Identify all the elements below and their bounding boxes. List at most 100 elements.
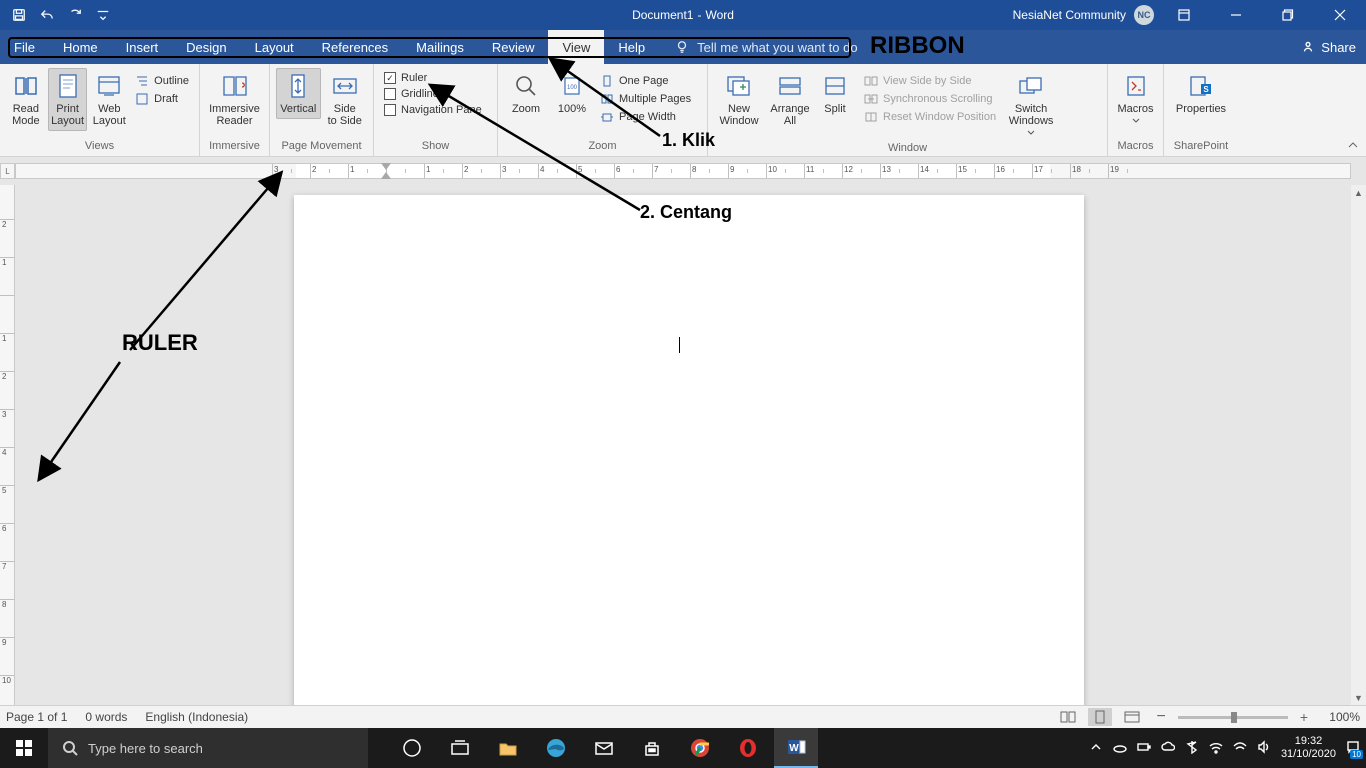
macros-button[interactable]: Macros: [1114, 68, 1157, 128]
save-button[interactable]: [8, 4, 30, 26]
view-side-by-side-button[interactable]: View Side by Side: [864, 74, 996, 88]
tab-file[interactable]: File: [0, 30, 49, 64]
group-show-label: Show: [374, 138, 497, 156]
ribbon-display-options-button[interactable]: [1162, 0, 1206, 30]
tab-design[interactable]: Design: [172, 30, 240, 64]
reset-position-icon: [864, 110, 878, 124]
reset-window-position-label: Reset Window Position: [883, 111, 996, 123]
user-avatar[interactable]: NC: [1134, 5, 1154, 25]
ruler-corner[interactable]: L: [0, 163, 15, 179]
qat-customize-button[interactable]: [92, 4, 114, 26]
reset-window-position-button[interactable]: Reset Window Position: [864, 110, 996, 124]
tab-references[interactable]: References: [308, 30, 402, 64]
maximize-button[interactable]: [1266, 0, 1310, 30]
zoom-100-button[interactable]: 100 100%: [550, 68, 594, 119]
status-language[interactable]: English (Indonesia): [145, 710, 248, 724]
tray-network-icon[interactable]: [1209, 740, 1223, 757]
tab-view[interactable]: View: [548, 30, 604, 64]
zoom-button[interactable]: Zoom: [504, 68, 548, 119]
tray-battery-icon[interactable]: [1137, 740, 1151, 757]
one-page-icon: [600, 74, 614, 88]
ruler-checkbox[interactable]: ✓ Ruler: [384, 72, 482, 84]
mail-button[interactable]: [582, 728, 626, 768]
synchronous-scrolling-button[interactable]: Synchronous Scrolling: [864, 92, 996, 106]
synchronous-scrolling-label: Synchronous Scrolling: [883, 93, 992, 105]
opera-button[interactable]: [726, 728, 770, 768]
action-center-button[interactable]: [1346, 740, 1360, 757]
read-mode-button[interactable]: Read Mode: [6, 68, 46, 131]
title-bar: Document1 - Word NesiaNet Community NC: [0, 0, 1366, 30]
immersive-reader-button[interactable]: Immersive Reader: [206, 68, 263, 131]
cortana-button[interactable]: [390, 728, 434, 768]
status-page[interactable]: Page 1 of 1: [6, 710, 67, 724]
tray-bluetooth-icon[interactable]: [1185, 740, 1199, 757]
start-button[interactable]: [0, 728, 48, 768]
tab-layout[interactable]: Layout: [241, 30, 308, 64]
tab-mailings[interactable]: Mailings: [402, 30, 478, 64]
new-window-button[interactable]: New Window: [714, 68, 764, 131]
word-app-button[interactable]: W: [774, 728, 818, 768]
properties-button[interactable]: S Properties: [1171, 68, 1231, 119]
edge-browser-button[interactable]: [534, 728, 578, 768]
zoom-slider[interactable]: [1178, 716, 1288, 719]
draft-button[interactable]: Draft: [135, 92, 189, 106]
text-cursor: [679, 337, 680, 353]
task-view-button[interactable]: [438, 728, 482, 768]
properties-icon: S: [1186, 72, 1216, 100]
minimize-button[interactable]: [1214, 0, 1258, 30]
undo-button[interactable]: [36, 4, 58, 26]
multiple-pages-icon: [600, 92, 614, 106]
tray-volume-icon[interactable]: [1257, 740, 1271, 757]
status-words[interactable]: 0 words: [85, 710, 127, 724]
split-icon: [820, 72, 850, 100]
side-to-side-button[interactable]: Side to Side: [323, 68, 368, 131]
tray-clock[interactable]: 19:32 31/10/2020: [1281, 735, 1336, 760]
outline-button[interactable]: Outline: [135, 74, 189, 88]
file-explorer-button[interactable]: [486, 728, 530, 768]
one-page-button[interactable]: One Page: [600, 74, 691, 88]
tab-help[interactable]: Help: [604, 30, 659, 64]
store-button[interactable]: [630, 728, 674, 768]
document-page[interactable]: [294, 195, 1084, 705]
tray-cloud-icon[interactable]: [1161, 740, 1175, 757]
close-button[interactable]: [1318, 0, 1362, 30]
vertical-scrollbar[interactable]: ▲ ▼: [1351, 185, 1366, 705]
split-button[interactable]: Split: [816, 68, 854, 119]
print-layout-view-button[interactable]: [1088, 708, 1112, 726]
tray-wifi-icon[interactable]: [1233, 740, 1247, 757]
chevron-down-icon: [1132, 118, 1140, 124]
tell-me-search[interactable]: Tell me what you want to do: [659, 30, 857, 64]
scroll-down-button[interactable]: ▼: [1351, 690, 1366, 705]
tray-onedrive-icon[interactable]: [1113, 740, 1127, 757]
gridlines-checkbox[interactable]: Gridlines: [384, 88, 482, 100]
chrome-button[interactable]: [678, 728, 722, 768]
share-button[interactable]: Share: [1301, 30, 1356, 64]
tab-home[interactable]: Home: [49, 30, 112, 64]
print-layout-button[interactable]: Print Layout: [48, 68, 88, 131]
multiple-pages-button[interactable]: Multiple Pages: [600, 92, 691, 106]
vertical-icon: [283, 72, 313, 100]
vertical-button[interactable]: Vertical: [276, 68, 321, 119]
switch-windows-button[interactable]: Switch Windows: [1002, 68, 1060, 140]
web-layout-button[interactable]: Web Layout: [89, 68, 129, 131]
redo-button[interactable]: [64, 4, 86, 26]
vertical-ruler[interactable]: 2112345678910: [0, 185, 15, 705]
page-width-button[interactable]: Page Width: [600, 110, 691, 124]
zoom-out-button[interactable]: −: [1152, 708, 1169, 726]
web-layout-view-button[interactable]: [1120, 708, 1144, 726]
tray-show-hidden-icon[interactable]: [1089, 740, 1103, 757]
taskbar-search[interactable]: Type here to search: [48, 728, 368, 768]
navigation-pane-checkbox[interactable]: Navigation Pane: [384, 104, 482, 116]
zoom-level[interactable]: 100%: [1320, 710, 1360, 724]
collapse-ribbon-button[interactable]: [1346, 138, 1360, 152]
zoom-in-button[interactable]: +: [1296, 709, 1312, 725]
horizontal-ruler[interactable]: [15, 163, 1351, 179]
new-window-label: New Window: [719, 103, 758, 127]
user-name[interactable]: NesiaNet Community: [1013, 8, 1126, 22]
read-mode-view-button[interactable]: [1056, 708, 1080, 726]
tab-insert[interactable]: Insert: [112, 30, 173, 64]
tab-review[interactable]: Review: [478, 30, 549, 64]
tray-time: 19:32: [1281, 735, 1336, 748]
arrange-all-button[interactable]: Arrange All: [766, 68, 814, 131]
scroll-up-button[interactable]: ▲: [1351, 185, 1366, 200]
